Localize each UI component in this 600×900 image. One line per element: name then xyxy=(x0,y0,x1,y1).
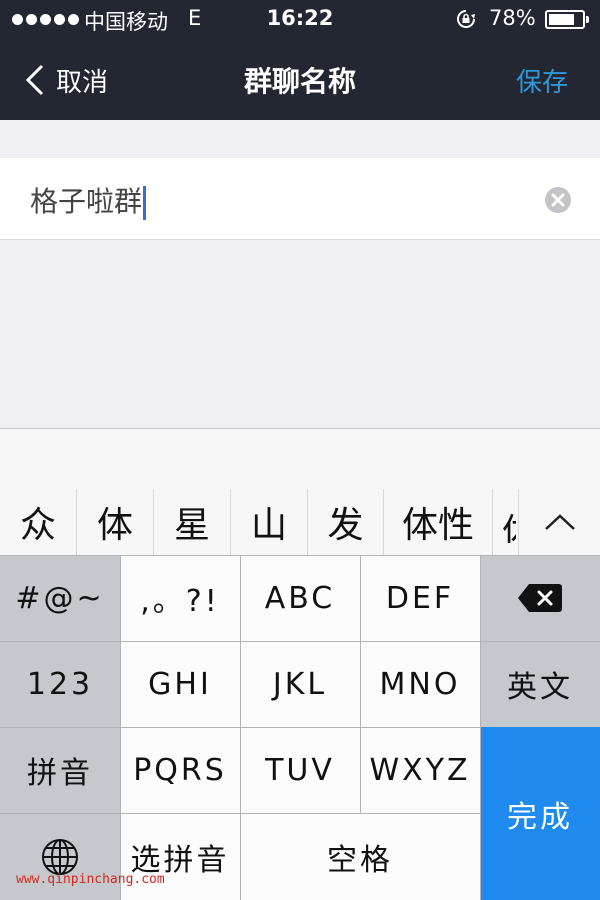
navigation-bar: 取消 群聊名称 保存 xyxy=(0,40,600,120)
pqrs-key[interactable]: PQRS xyxy=(120,727,240,813)
candidate-bar: 众 体 星 山 发 体性 体 xyxy=(0,489,600,555)
watermark: www.qinpinchang.com xyxy=(16,872,165,887)
candidate-item[interactable]: 众 xyxy=(0,489,76,555)
punctuation-key[interactable]: ,。?! xyxy=(120,555,240,641)
group-name-input[interactable]: 格子啦群 xyxy=(30,185,142,218)
symbols-key[interactable]: #@~ xyxy=(0,555,120,641)
candidate-overflow-indicator: 体 xyxy=(502,503,516,543)
candidate-item[interactable]: 体性 xyxy=(384,489,492,555)
numbers-key[interactable]: 123 xyxy=(0,641,120,727)
abc-key[interactable]: ABC xyxy=(240,555,360,641)
battery-percent: 78% xyxy=(489,6,536,30)
def-key[interactable]: DEF xyxy=(360,555,480,641)
status-bar: 中国移动 E 16:22 78% xyxy=(0,0,600,40)
globe-icon xyxy=(42,838,78,875)
battery-icon xyxy=(545,10,589,29)
backspace-icon xyxy=(518,584,562,612)
english-key[interactable]: 英文 xyxy=(480,641,600,727)
candidate-item[interactable]: 体 xyxy=(77,489,153,555)
backspace-key[interactable] xyxy=(480,555,600,641)
candidate-item[interactable]: 发 xyxy=(308,489,383,555)
chevron-up-icon xyxy=(545,514,575,530)
ghi-key[interactable]: GHI xyxy=(120,641,240,727)
expand-candidates-button[interactable] xyxy=(518,489,600,555)
clear-input-icon[interactable] xyxy=(545,187,571,213)
candidate-item[interactable]: 山 xyxy=(231,489,307,555)
space-key[interactable]: 空格 xyxy=(240,813,480,900)
group-name-field[interactable]: 格子啦群 xyxy=(0,158,600,240)
tuv-key[interactable]: TUV xyxy=(240,727,360,813)
mno-key[interactable]: MNO xyxy=(360,641,480,727)
wxyz-key[interactable]: WXYZ xyxy=(360,727,480,813)
pinyin-key[interactable]: 拼音 xyxy=(0,727,120,813)
save-button[interactable]: 保存 xyxy=(516,62,568,99)
jkl-key[interactable]: JKL xyxy=(240,641,360,727)
candidate-item[interactable]: 星 xyxy=(154,489,230,555)
text-cursor xyxy=(143,186,147,220)
rotation-lock-icon xyxy=(457,10,475,28)
page-title: 群聊名称 xyxy=(243,65,356,98)
done-key[interactable]: 完成 xyxy=(480,727,600,900)
